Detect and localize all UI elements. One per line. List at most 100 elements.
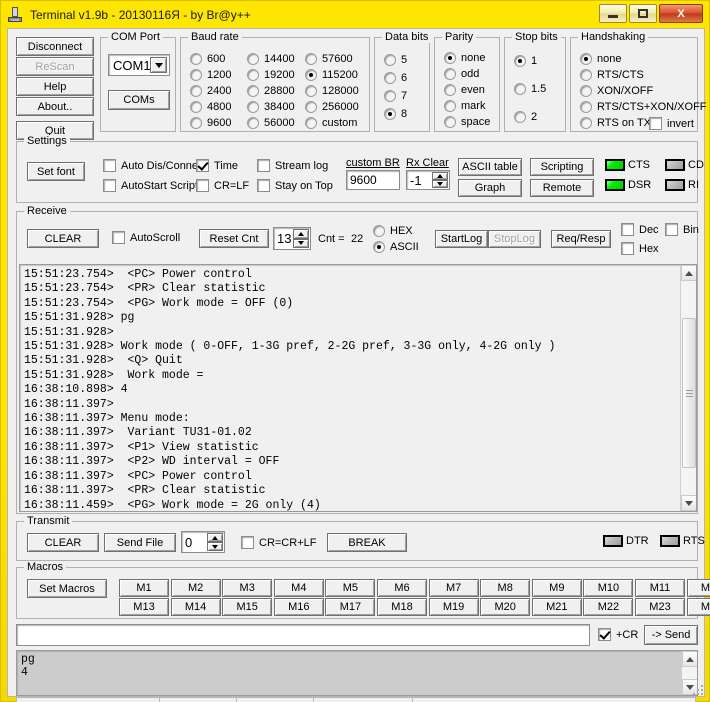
- receive-ascii-radio[interactable]: ASCII: [373, 241, 419, 253]
- time-checkbox[interactable]: Time: [196, 159, 238, 172]
- stop-bits-2[interactable]: 2: [514, 111, 537, 123]
- hex-checkbox[interactable]: Hex: [621, 242, 659, 255]
- data-bits-8[interactable]: 8: [384, 108, 407, 120]
- cnt-spinner[interactable]: 13: [273, 227, 311, 250]
- baud-14400[interactable]: 14400: [247, 53, 295, 65]
- baud-custom[interactable]: custom: [305, 117, 357, 129]
- close-button[interactable]: X: [659, 4, 703, 23]
- baud-28800[interactable]: 28800: [247, 85, 295, 97]
- baud-600[interactable]: 600: [190, 53, 225, 65]
- graph-button[interactable]: Graph: [458, 179, 522, 197]
- parity-none[interactable]: none: [444, 52, 485, 64]
- scrollbar-thumb[interactable]: [682, 318, 696, 468]
- help-button[interactable]: Help: [16, 77, 94, 96]
- led-dtr[interactable]: DTR: [603, 535, 649, 547]
- autostart-script-checkbox[interactable]: AutoStart Script: [103, 179, 198, 192]
- baud-128000[interactable]: 128000: [305, 85, 359, 97]
- set-font-button[interactable]: Set font: [27, 162, 85, 181]
- macro-button-m16[interactable]: M16: [274, 598, 324, 616]
- reset-cnt-button[interactable]: Reset Cnt: [199, 229, 269, 248]
- start-log-button[interactable]: StartLog: [435, 230, 488, 248]
- cr-lf-checkbox[interactable]: CR=LF: [196, 179, 249, 192]
- req-resp-button[interactable]: Req/Resp: [551, 230, 611, 248]
- cr-crlf-checkbox[interactable]: CR=CR+LF: [241, 536, 316, 549]
- transmit-delay-stepper[interactable]: [207, 533, 223, 551]
- macro-button-m8[interactable]: M8: [480, 579, 530, 597]
- send-input[interactable]: [16, 624, 590, 646]
- baud-115200[interactable]: 115200: [305, 69, 358, 81]
- scripting-button[interactable]: Scripting: [530, 158, 594, 176]
- rx-clear-stepper[interactable]: [432, 172, 448, 188]
- baud-19200[interactable]: 19200: [247, 69, 295, 81]
- resize-grip-icon[interactable]: [689, 681, 703, 695]
- macro-button-m12[interactable]: M12: [687, 579, 710, 597]
- macro-button-m2[interactable]: M2: [171, 579, 221, 597]
- macro-button-m6[interactable]: M6: [377, 579, 427, 597]
- receive-clear-button[interactable]: CLEAR: [27, 229, 99, 248]
- stay-on-top-checkbox[interactable]: Stay on Top: [257, 179, 333, 192]
- break-button[interactable]: BREAK: [327, 533, 407, 552]
- receive-terminal[interactable]: 15:51:23.754> <PC> Power control 15:51:2…: [19, 264, 697, 512]
- baud-4800[interactable]: 4800: [190, 101, 231, 113]
- macro-button-m17[interactable]: M17: [325, 598, 375, 616]
- stream-log-checkbox[interactable]: Stream log: [257, 159, 328, 172]
- macro-button-m7[interactable]: M7: [429, 579, 479, 597]
- parity-odd[interactable]: odd: [444, 68, 479, 80]
- baud-38400[interactable]: 38400: [247, 101, 295, 113]
- handshaking-none[interactable]: none: [580, 53, 621, 65]
- led-rts[interactable]: RTS: [660, 535, 705, 547]
- handshaking-rts-on-tx[interactable]: RTS on TX: [580, 117, 651, 129]
- macro-button-m10[interactable]: M10: [583, 579, 633, 597]
- transmit-view[interactable]: pg 4: [16, 650, 698, 696]
- transmit-clear-button[interactable]: CLEAR: [27, 533, 99, 552]
- macro-button-m21[interactable]: M21: [532, 598, 582, 616]
- autoscroll-checkbox[interactable]: AutoScroll: [112, 231, 180, 244]
- macro-button-m20[interactable]: M20: [480, 598, 530, 616]
- stepper-down-icon[interactable]: [207, 542, 223, 551]
- macro-button-m4[interactable]: M4: [274, 579, 324, 597]
- parity-mark[interactable]: mark: [444, 100, 485, 112]
- ascii-table-button[interactable]: ASCII table: [458, 158, 522, 176]
- dec-checkbox[interactable]: Dec: [621, 223, 659, 236]
- stepper-up-icon[interactable]: [432, 172, 448, 180]
- macro-button-m13[interactable]: M13: [119, 598, 169, 616]
- macro-button-m22[interactable]: M22: [583, 598, 633, 616]
- invert-checkbox[interactable]: invert: [649, 117, 694, 130]
- handshaking-rts-cts-xon-xoff[interactable]: RTS/CTS+XON/XOFF: [580, 101, 707, 113]
- minimize-button[interactable]: [599, 4, 627, 23]
- scroll-down-icon[interactable]: [681, 495, 697, 511]
- baud-1200[interactable]: 1200: [190, 69, 231, 81]
- data-bits-5[interactable]: 5: [384, 54, 407, 66]
- data-bits-6[interactable]: 6: [384, 72, 407, 84]
- rescan-button[interactable]: ReScan: [16, 57, 94, 76]
- about-button[interactable]: About..: [16, 97, 94, 116]
- stop-log-button[interactable]: StopLog: [488, 230, 541, 248]
- send-file-button[interactable]: Send File: [104, 533, 176, 552]
- send-button[interactable]: -> Send: [644, 625, 698, 645]
- macro-button-m18[interactable]: M18: [377, 598, 427, 616]
- stop-bits-1[interactable]: 1: [514, 55, 537, 67]
- data-bits-7[interactable]: 7: [384, 90, 407, 102]
- cnt-stepper[interactable]: [293, 229, 309, 248]
- stepper-down-icon[interactable]: [293, 239, 309, 249]
- macro-button-m24[interactable]: M24: [687, 598, 710, 616]
- plus-cr-checkbox[interactable]: +CR: [598, 628, 638, 641]
- stepper-down-icon[interactable]: [432, 180, 448, 188]
- macro-button-m3[interactable]: M3: [222, 579, 272, 597]
- macro-button-m15[interactable]: M15: [222, 598, 272, 616]
- macro-button-m11[interactable]: M11: [635, 579, 685, 597]
- parity-space[interactable]: space: [444, 116, 490, 128]
- receive-scrollbar[interactable]: [680, 265, 696, 511]
- stepper-up-icon[interactable]: [207, 533, 223, 542]
- macro-button-m19[interactable]: M19: [429, 598, 479, 616]
- chevron-down-icon[interactable]: [150, 57, 167, 73]
- handshaking-xon-xoff[interactable]: XON/XOFF: [580, 85, 653, 97]
- bin-checkbox[interactable]: Bin: [665, 223, 699, 236]
- remote-button[interactable]: Remote: [530, 179, 594, 197]
- baud-56000[interactable]: 56000: [247, 117, 295, 129]
- com-port-select[interactable]: COM13: [108, 54, 170, 76]
- coms-button[interactable]: COMs: [108, 90, 170, 110]
- macro-button-m5[interactable]: M5: [325, 579, 375, 597]
- scroll-up-icon[interactable]: [682, 651, 698, 667]
- baud-2400[interactable]: 2400: [190, 85, 231, 97]
